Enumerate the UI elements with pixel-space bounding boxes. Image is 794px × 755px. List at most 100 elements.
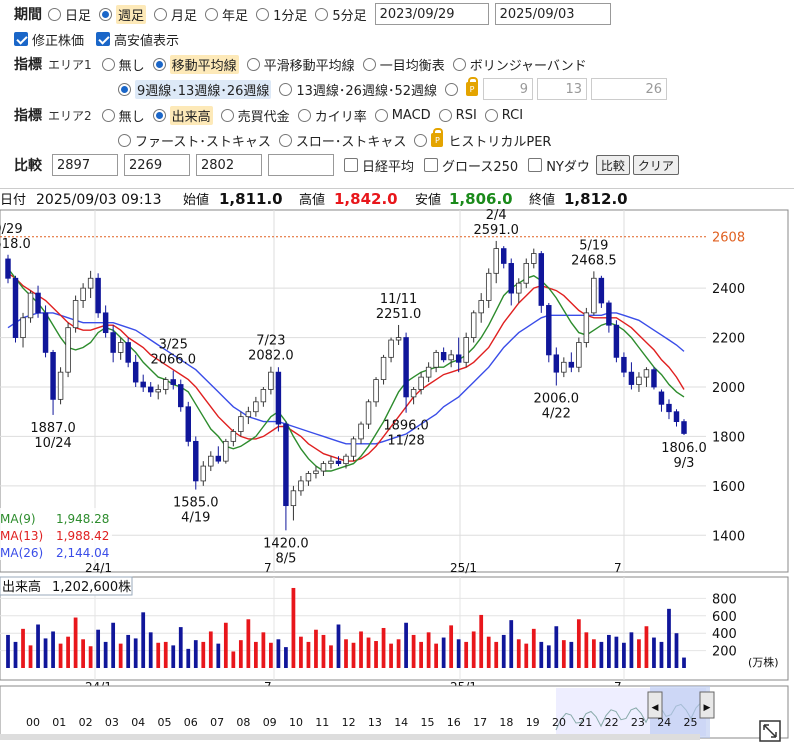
navigator-hour-label: 20 (552, 716, 566, 729)
candle-body (95, 277, 101, 314)
high-low-checkbox[interactable]: 高安値表示 (96, 30, 179, 49)
radio-icon (101, 108, 115, 122)
radio-icon (152, 108, 166, 122)
candle-body (418, 376, 424, 390)
growth250-checkbox[interactable]: グロース250 (424, 156, 518, 175)
volume-bar (622, 642, 626, 668)
clear-button[interactable]: クリア (632, 155, 679, 175)
radio-icon (205, 7, 219, 21)
radio-icon (438, 108, 452, 122)
candle-body (57, 371, 64, 400)
volume-bar (238, 640, 243, 668)
volume-bar (509, 620, 514, 668)
ma-option-custom[interactable] (445, 82, 462, 96)
custom-ma2-input[interactable]: 13 (537, 78, 587, 100)
expand-icon[interactable] (759, 720, 781, 742)
volume-bar (524, 643, 529, 668)
volume-bar (269, 642, 273, 668)
volume-bar (51, 631, 55, 668)
volume-bar (449, 625, 454, 668)
ma26-legend-label: MA(26) (0, 546, 43, 560)
area2-option-1[interactable]: 出来高 (152, 105, 213, 125)
period-option-label: 5分足 (332, 8, 367, 24)
volume-bar (336, 624, 341, 668)
compare-code-1[interactable]: 2897 (52, 154, 118, 176)
nydow-checkbox[interactable]: NYダウ (528, 156, 590, 175)
ohlc-low-label: 安値 (415, 192, 441, 208)
area1-option-2[interactable]: 平滑移動平均線 (246, 55, 355, 74)
radio-icon (152, 57, 166, 71)
ma-option-9-13-26[interactable]: 9週線･13週線･26週線 (118, 79, 272, 99)
area1-option-3[interactable]: 一目均衡表 (362, 55, 445, 74)
radio-icon (220, 108, 234, 122)
area1-option-label: 一目均衡表 (379, 58, 445, 74)
start-date-input[interactable]: 2023/09/29 (374, 3, 489, 25)
ma-option-13-26-52[interactable]: 13週線･26週線･52週線 (279, 80, 437, 99)
compare-button[interactable]: 比較 (595, 155, 630, 175)
compare-code-4[interactable] (268, 154, 334, 176)
ma26-legend-value: 2,144.04 (56, 546, 109, 560)
candle-body (546, 305, 552, 356)
first-stochastics-radio[interactable]: ファースト･ストキャス (118, 131, 271, 150)
candle-body (508, 263, 514, 294)
annotation-value: 2066.0 (150, 353, 196, 368)
ohlc-date-label: 日付 (0, 193, 26, 208)
adjusted-price-checkbox[interactable]: 修正株価 (14, 30, 84, 49)
candle-body (5, 258, 11, 279)
candle-body (35, 292, 41, 314)
area2-option-0[interactable]: 無し (101, 106, 145, 125)
candle-body (516, 282, 522, 294)
area1-option-4[interactable]: ボリンジャーバンド (452, 55, 587, 74)
compare-code-3[interactable]: 2802 (196, 154, 262, 176)
candle-body (388, 339, 394, 358)
compare-code-2[interactable]: 2269 (124, 154, 190, 176)
period-option-4[interactable]: 1分足 (256, 5, 307, 24)
check-icon (14, 32, 28, 46)
volume-bar (43, 638, 48, 668)
candle-body (501, 248, 507, 264)
area2-option-5[interactable]: RSI (438, 106, 477, 125)
candle-body (65, 327, 71, 373)
annotation-value: 2251.0 (376, 307, 422, 322)
nikkei-checkbox[interactable]: 日経平均 (344, 156, 414, 175)
volume-bar (111, 622, 116, 668)
area2-option-2[interactable]: 売買代金 (220, 106, 290, 125)
candle-body (591, 277, 597, 314)
candle-body (403, 337, 409, 398)
volume-bar (486, 636, 491, 668)
lock-icon: P (466, 77, 478, 96)
area2-option-4[interactable]: MACD (374, 106, 431, 125)
candle-body (365, 401, 372, 425)
period-option-5[interactable]: 5分足 (315, 5, 367, 24)
slow-stochastics-radio[interactable]: スロー･ストキャス (278, 131, 406, 150)
adjust-row: 修正株価 高安値表示 (0, 28, 794, 50)
end-date-input[interactable]: 2025/09/03 (494, 3, 611, 25)
volume-bar (652, 637, 656, 668)
area2-option-label: 売買代金 (237, 109, 290, 125)
candle-body (553, 354, 560, 373)
candle-body (568, 361, 575, 368)
radio-icon (154, 7, 168, 21)
area1-option-1[interactable]: 移動平均線 (152, 54, 239, 74)
candle-body (208, 455, 214, 467)
candle-body (380, 356, 387, 380)
area2-option-3[interactable]: カイリ率 (297, 106, 367, 125)
custom-ma3-input[interactable]: 26 (591, 78, 667, 100)
volume-bar (471, 631, 476, 668)
period-option-1[interactable]: 週足 (99, 4, 147, 24)
annotation-date: 10/24 (34, 436, 71, 451)
volume-label: 出来高 (2, 579, 41, 595)
period-option-2[interactable]: 月足 (154, 5, 197, 24)
custom-ma1-input[interactable]: 9 (483, 78, 533, 100)
candle-body (170, 379, 176, 385)
volume-bar (329, 645, 333, 668)
ma9-legend-value: 1,948.28 (56, 512, 109, 526)
area1-option-0[interactable]: 無し (101, 55, 145, 74)
historical-per-radio[interactable]: P ヒストリカルPER (414, 128, 551, 150)
annotation-date: 11/11 (380, 292, 417, 307)
area2-option-6[interactable]: RCI (484, 106, 523, 125)
candle-body (313, 470, 319, 474)
period-option-3[interactable]: 年足 (205, 5, 248, 24)
period-option-0[interactable]: 日足 (48, 5, 91, 24)
volume-bar (516, 639, 521, 668)
